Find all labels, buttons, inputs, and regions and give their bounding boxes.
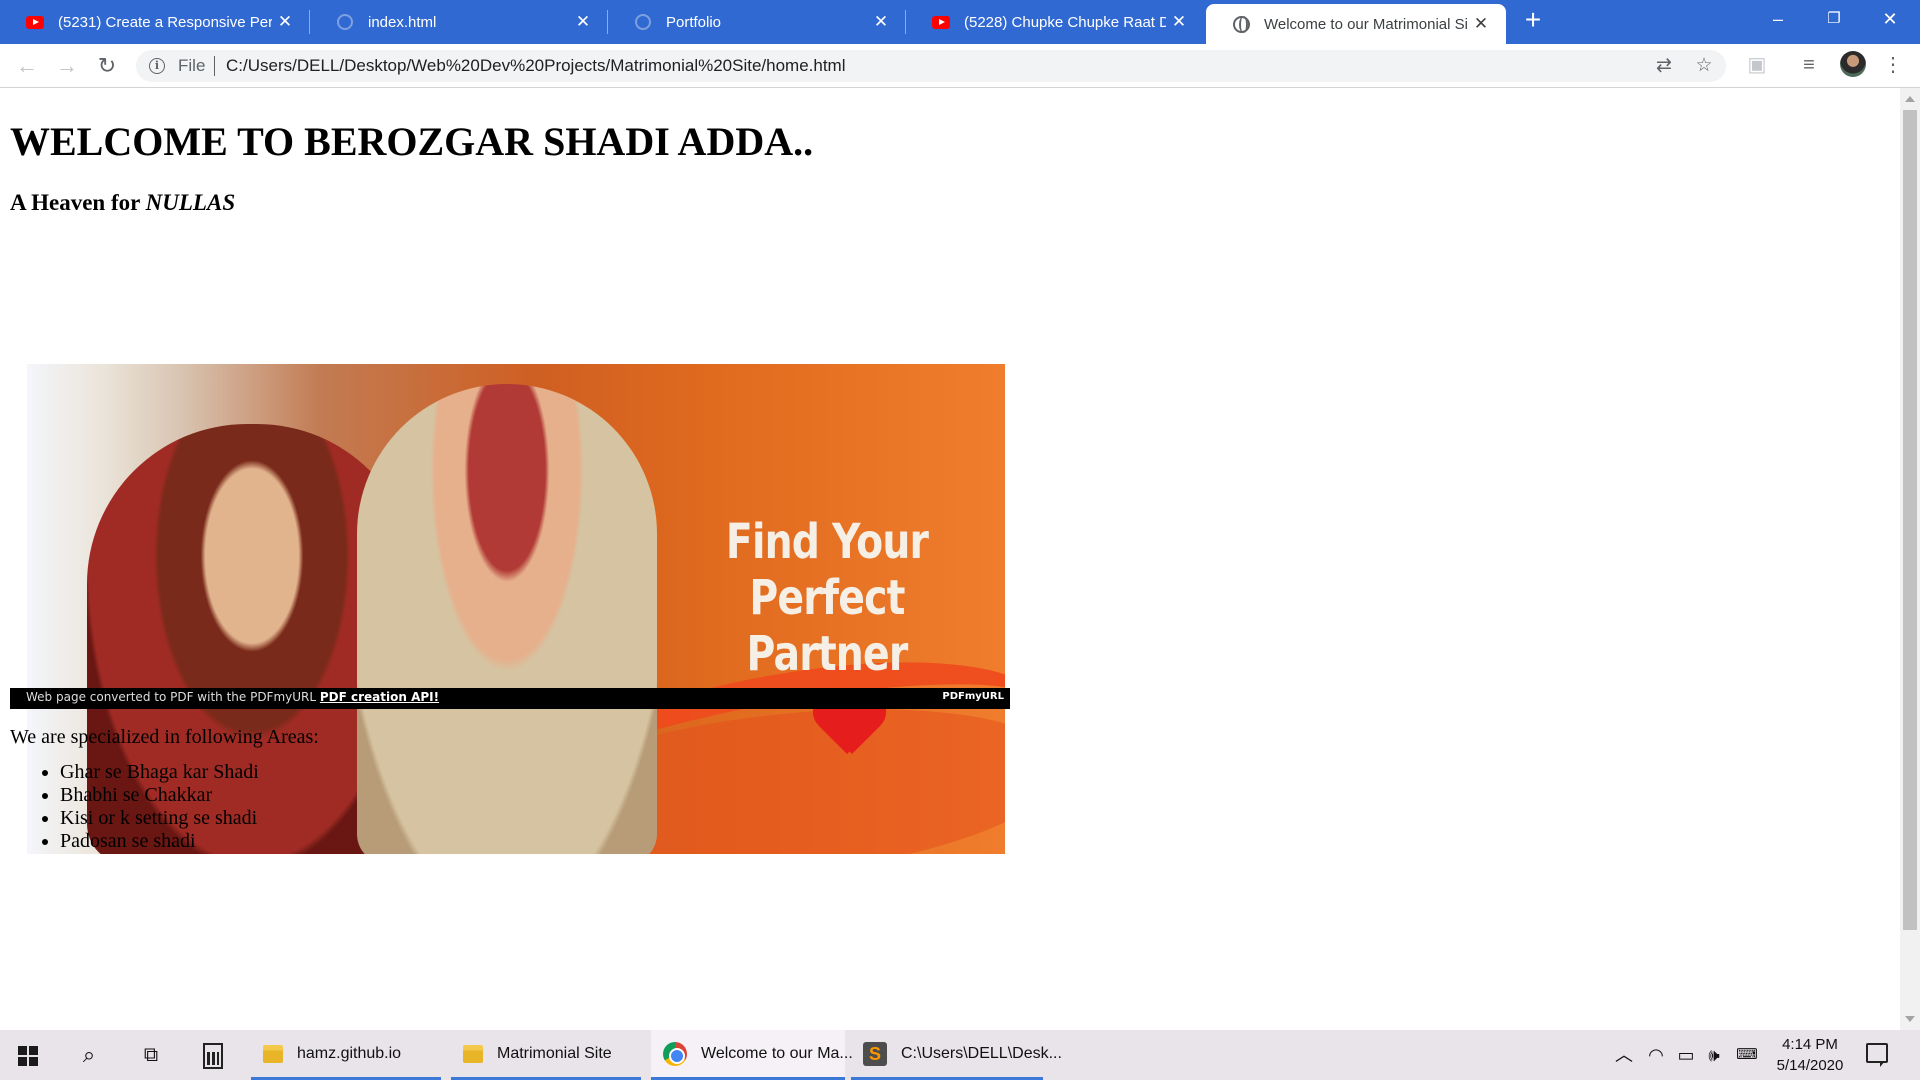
taskbar-app-hamz-github[interactable]: hamz.github.io — [251, 1030, 441, 1080]
tab-matrimonial-site[interactable]: Welcome to our Matrimonial Site ✕ — [1206, 4, 1506, 44]
reload-button[interactable]: ↻ — [92, 51, 122, 81]
restore-button[interactable]: ❐ — [1806, 0, 1862, 40]
extension-icon[interactable]: ▣ — [1744, 52, 1770, 78]
minimize-button[interactable]: – — [1750, 0, 1806, 40]
pdf-api-link[interactable]: PDF creation API! — [320, 690, 439, 704]
calculator-icon[interactable] — [203, 1043, 223, 1069]
tab-strip: (5231) Create a Responsive Perso ✕ index… — [0, 0, 1920, 44]
tab-youtube-responsive[interactable]: (5231) Create a Responsive Perso ✕ — [0, 0, 310, 44]
clock[interactable]: 4:14 PM 5/14/2020 — [1760, 1034, 1860, 1076]
subtitle-emphasis: NULLAS — [145, 190, 236, 215]
clock-time: 4:14 PM — [1782, 1036, 1838, 1053]
folder-icon — [463, 1044, 483, 1063]
scroll-down-arrow[interactable] — [1905, 1016, 1915, 1022]
volume-icon[interactable]: 🕪 — [1702, 1030, 1726, 1080]
youtube-icon — [26, 13, 44, 31]
taskbar: ⌕ ⧉ hamz.github.io Matrimonial Site Welc… — [0, 1030, 1920, 1080]
info-icon[interactable]: i — [149, 58, 165, 74]
forward-button[interactable]: → — [52, 51, 82, 81]
taskbar-app-chrome[interactable]: Welcome to our Ma... — [651, 1030, 853, 1080]
globe-icon — [1232, 15, 1250, 33]
windows-start-icon[interactable] — [18, 1046, 38, 1066]
address-bar[interactable]: i File C:/Users/DELL/Desktop/Web%20Dev%2… — [136, 50, 1726, 82]
chrome-icon — [663, 1041, 687, 1066]
banner-headline-line2: Perfect Partner — [746, 570, 909, 682]
tab-title: Portfolio — [666, 13, 722, 31]
close-tab-icon[interactable]: ✕ — [570, 12, 596, 32]
notification-icon[interactable] — [1866, 1043, 1888, 1067]
taskbar-app-label: C:\Users\DELL\Desk... — [901, 1044, 1062, 1062]
folder-icon — [263, 1044, 283, 1063]
scroll-thumb[interactable] — [1903, 110, 1917, 930]
translate-icon[interactable]: ⇄ — [1652, 54, 1676, 78]
banner-headline: Find Your Perfect Partner — [696, 514, 958, 682]
taskbar-app-sublime[interactable]: S C:\Users\DELL\Desk... — [851, 1030, 1062, 1080]
tab-title: Welcome to our Matrimonial Site — [1264, 15, 1468, 33]
close-window-button[interactable]: ✕ — [1862, 0, 1918, 40]
menu-kebab-icon[interactable]: ⋮ — [1880, 52, 1906, 78]
page-title: WELCOME TO BEROZGAR SHADI ADDA.. — [10, 119, 814, 164]
subtitle-text: A Heaven for — [10, 190, 146, 215]
back-button[interactable]: ← — [12, 51, 42, 81]
page-subtitle: A Heaven for NULLAS — [10, 190, 235, 216]
areas-intro: We are specialized in following Areas: — [10, 726, 319, 748]
new-tab-button[interactable]: + — [1518, 6, 1548, 36]
globe-icon — [634, 13, 652, 31]
areas-list: Ghar se Bhaga kar Shadi Bhabhi se Chakka… — [60, 761, 259, 853]
pdf-notice-text: Web page converted to PDF with the PDFmy… — [26, 690, 320, 704]
taskbar-app-label: Welcome to our Ma... — [701, 1044, 853, 1062]
tab-index-html[interactable]: index.html ✕ — [310, 0, 608, 44]
taskbar-app-label: Matrimonial Site — [497, 1044, 612, 1062]
youtube-icon — [932, 13, 950, 31]
media-controls-icon[interactable]: ≡ — [1796, 52, 1822, 78]
wifi-icon[interactable]: ◠ — [1642, 1030, 1670, 1080]
close-tab-icon[interactable]: ✕ — [868, 12, 894, 32]
pdf-notice-bar: Web page converted to PDF with the PDFmy… — [10, 688, 1010, 709]
list-item: Padosan se shadi — [60, 830, 259, 853]
banner-headline-line1: Find Your — [725, 514, 929, 570]
keyboard-icon[interactable]: ⌨ — [1730, 1030, 1764, 1080]
tab-title: (5231) Create a Responsive Perso — [58, 13, 272, 31]
list-item: Kisi or k setting se shadi — [60, 807, 259, 830]
pdfmyurl-logo: PDFmyURL — [942, 691, 1004, 702]
task-view-icon[interactable]: ⧉ — [126, 1030, 176, 1080]
tab-title: index.html — [368, 13, 437, 31]
search-icon[interactable]: ⌕ — [64, 1030, 114, 1080]
taskbar-app-label: hamz.github.io — [297, 1044, 402, 1062]
url-scheme: File — [178, 56, 206, 75]
close-tab-icon[interactable]: ✕ — [272, 12, 298, 32]
browser-toolbar: ← → ↻ i File C:/Users/DELL/Desktop/Web%2… — [0, 44, 1920, 88]
list-item: Ghar se Bhaga kar Shadi — [60, 761, 259, 784]
taskbar-app-matrimonial-folder[interactable]: Matrimonial Site — [451, 1030, 641, 1080]
tab-portfolio[interactable]: Portfolio ✕ — [608, 0, 906, 44]
url-text[interactable]: C:/Users/DELL/Desktop/Web%20Dev%20Projec… — [226, 56, 846, 76]
groom-figure — [357, 384, 657, 854]
bookmark-star-icon[interactable]: ☆ — [1692, 54, 1716, 78]
close-tab-icon[interactable]: ✕ — [1166, 12, 1192, 32]
show-hidden-icons-chevron-icon[interactable]: ︿ — [1612, 1030, 1636, 1080]
list-item: Bhabhi se Chakkar — [60, 784, 259, 807]
page-scrollbar[interactable] — [1900, 88, 1920, 1030]
clock-date: 5/14/2020 — [1776, 1057, 1844, 1074]
scroll-up-arrow[interactable] — [1905, 96, 1915, 102]
profile-avatar[interactable] — [1840, 51, 1866, 77]
close-tab-icon[interactable]: ✕ — [1468, 14, 1494, 34]
tab-youtube-chupke[interactable]: (5228) Chupke Chupke Raat Din ✕ — [906, 0, 1204, 44]
web-page: WELCOME TO BEROZGAR SHADI ADDA.. A Heave… — [0, 88, 1900, 1030]
tab-title: (5228) Chupke Chupke Raat Din — [964, 13, 1166, 31]
sublime-text-icon: S — [863, 1041, 887, 1066]
battery-icon[interactable]: ▭ — [1672, 1030, 1700, 1080]
globe-icon — [336, 13, 354, 31]
